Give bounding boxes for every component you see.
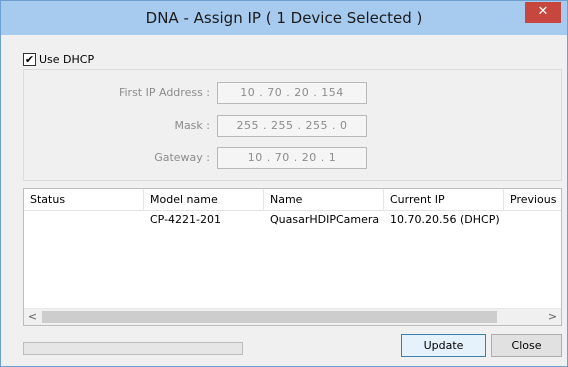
column-header-previous-ip[interactable]: Previous IP bbox=[504, 189, 561, 211]
gateway-field[interactable]: 10 . 70 . 20 . 1 bbox=[217, 147, 367, 169]
cell-current-ip: 10.70.20.56 (DHCP) bbox=[390, 213, 500, 226]
mask-label: Mask : bbox=[174, 119, 210, 132]
column-header-name[interactable]: Name bbox=[264, 189, 384, 211]
close-icon: ✕ bbox=[537, 4, 549, 19]
list-header: Status Model name Name Current IP Previo… bbox=[24, 189, 561, 211]
first-ip-label: First IP Address : bbox=[118, 86, 210, 99]
progress-bar bbox=[23, 342, 243, 355]
title-bar[interactable]: DNA - Assign IP ( 1 Device Selected ) ✕ bbox=[1, 1, 567, 35]
device-list[interactable]: Status Model name Name Current IP Previo… bbox=[23, 188, 562, 326]
close-window-button[interactable]: ✕ bbox=[525, 2, 561, 23]
checkmark-icon: ✔ bbox=[24, 52, 35, 66]
scroll-thumb[interactable] bbox=[42, 311, 497, 323]
cell-name: QuasarHDIPCamera bbox=[270, 213, 380, 226]
cell-model-name: CP-4221-201 bbox=[150, 213, 222, 226]
use-dhcp-option[interactable]: ✔ Use DHCP bbox=[23, 51, 94, 67]
window-title: DNA - Assign IP ( 1 Device Selected ) bbox=[145, 9, 423, 27]
gateway-row: Gateway : 10 . 70 . 20 . 1 bbox=[24, 147, 561, 169]
scroll-right-icon[interactable]: > bbox=[544, 309, 561, 325]
table-row[interactable]: CP-4221-201 QuasarHDIPCamera 10.70.20.56… bbox=[24, 211, 561, 231]
update-button[interactable]: Update bbox=[401, 334, 486, 357]
scroll-left-icon[interactable]: < bbox=[24, 309, 41, 325]
use-dhcp-label[interactable]: Use DHCP bbox=[39, 53, 94, 66]
gateway-label: Gateway : bbox=[154, 151, 210, 164]
first-ip-field[interactable]: 10 . 70 . 20 . 154 bbox=[217, 82, 367, 104]
assign-ip-dialog: DNA - Assign IP ( 1 Device Selected ) ✕ … bbox=[0, 0, 568, 367]
cell-previous-ip bbox=[504, 211, 561, 231]
column-header-current-ip[interactable]: Current IP bbox=[384, 189, 504, 211]
column-header-status[interactable]: Status bbox=[24, 189, 144, 211]
cell-status bbox=[24, 211, 144, 231]
use-dhcp-checkbox[interactable]: ✔ bbox=[23, 52, 36, 66]
horizontal-scrollbar[interactable]: < > bbox=[24, 308, 561, 325]
first-ip-row: First IP Address : 10 . 70 . 20 . 154 bbox=[24, 82, 561, 104]
ip-settings-group: First IP Address : 10 . 70 . 20 . 154 Ma… bbox=[23, 69, 562, 181]
close-button[interactable]: Close bbox=[491, 334, 562, 357]
mask-row: Mask : 255 . 255 . 255 . 0 bbox=[24, 115, 561, 137]
column-header-model-name[interactable]: Model name bbox=[144, 189, 264, 211]
mask-field[interactable]: 255 . 255 . 255 . 0 bbox=[217, 115, 367, 137]
